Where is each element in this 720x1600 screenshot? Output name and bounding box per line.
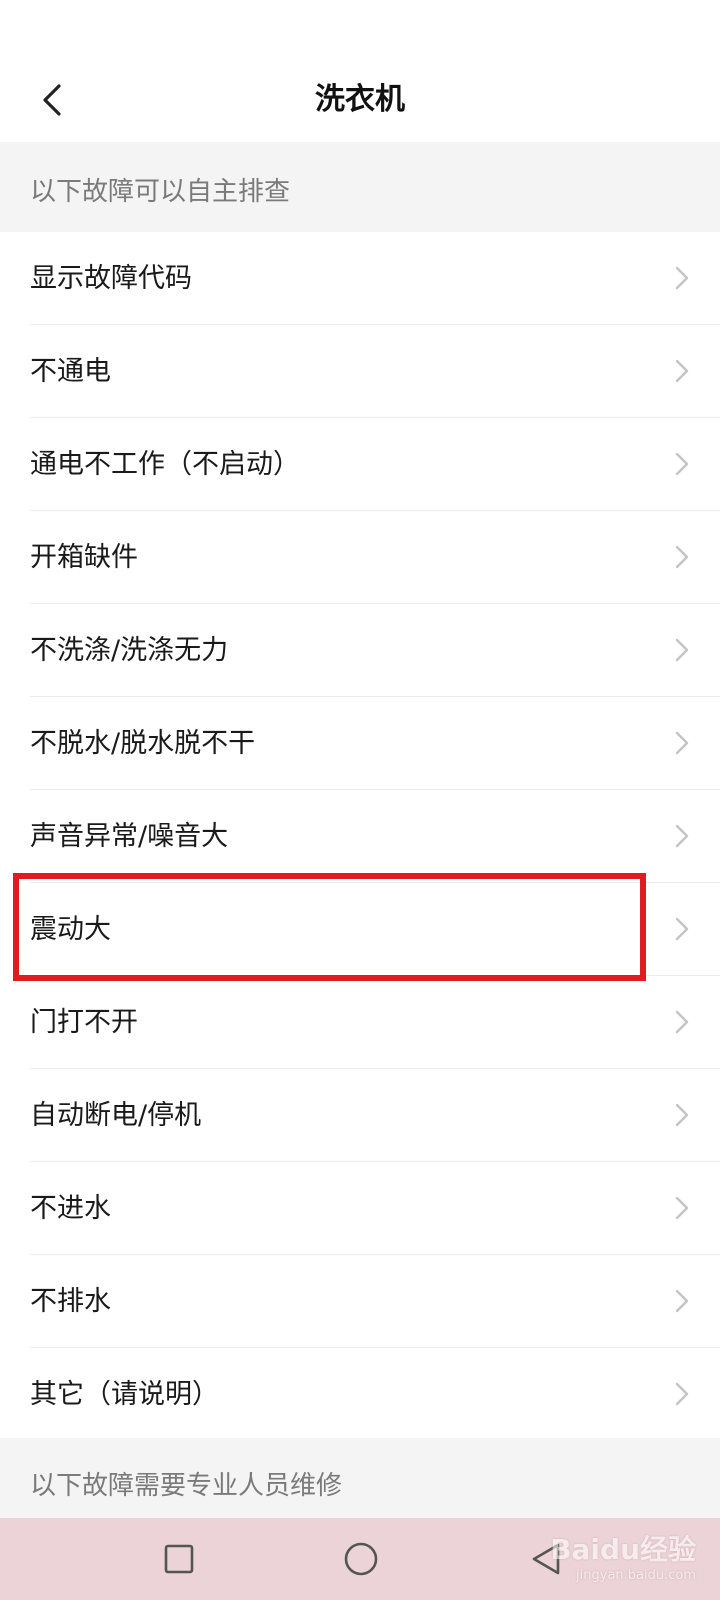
recent-apps-button[interactable] — [154, 1534, 204, 1584]
list-item[interactable]: 其它（请说明） — [0, 1348, 720, 1441]
list-item-label: 门打不开 — [30, 1007, 138, 1038]
list-item-label: 不排水 — [30, 1286, 111, 1317]
list-item-label: 开箱缺件 — [30, 542, 138, 573]
chevron-right-icon — [675, 452, 689, 476]
chevron-right-icon — [675, 1382, 689, 1406]
list-item-label: 不进水 — [30, 1193, 111, 1224]
list-item[interactable]: 开箱缺件 — [0, 511, 720, 604]
list-item[interactable]: 震动大 — [0, 883, 720, 976]
list-item[interactable]: 不进水 — [0, 1162, 720, 1255]
chevron-right-icon — [675, 1103, 689, 1127]
section-header-professional: 以下故障需要专业人员维修 — [0, 1438, 720, 1518]
chevron-right-icon — [675, 359, 689, 383]
list-item[interactable]: 声音异常/噪音大 — [0, 790, 720, 883]
list-item[interactable]: 通电不工作（不启动） — [0, 418, 720, 511]
list-item-label: 显示故障代码 — [30, 263, 192, 294]
square-icon — [164, 1544, 194, 1574]
home-button[interactable] — [336, 1534, 386, 1584]
list-item[interactable]: 不洗涤/洗涤无力 — [0, 604, 720, 697]
list-item-label: 自动断电/停机 — [30, 1100, 202, 1131]
list-item-label: 震动大 — [30, 914, 111, 945]
list-item-label: 声音异常/噪音大 — [30, 821, 229, 852]
chevron-right-icon — [675, 638, 689, 662]
app-header: 洗衣机 — [0, 0, 720, 142]
chevron-right-icon — [675, 1010, 689, 1034]
list-item[interactable]: 门打不开 — [0, 976, 720, 1069]
chevron-right-icon — [675, 824, 689, 848]
section-header-self-check: 以下故障可以自主排查 — [0, 142, 720, 232]
watermark-brand: Baidu经验 — [550, 1532, 696, 1566]
list-item[interactable]: 自动断电/停机 — [0, 1069, 720, 1162]
chevron-right-icon — [675, 1196, 689, 1220]
chevron-right-icon — [675, 731, 689, 755]
page: 洗衣机 以下故障可以自主排查 显示故障代码 不通电 通电不工作（不启动） 开箱缺… — [0, 0, 720, 1600]
watermark-url: jingyan.baidu.com — [576, 1567, 696, 1583]
list-item-label: 不洗涤/洗涤无力 — [30, 635, 229, 666]
list-item-label: 其它（请说明） — [30, 1379, 219, 1410]
page-title: 洗衣机 — [315, 82, 405, 117]
fault-list: 显示故障代码 不通电 通电不工作（不启动） 开箱缺件 不洗涤/洗涤无力 不脱水/… — [0, 232, 720, 1441]
list-item-label: 不脱水/脱水脱不干 — [30, 728, 256, 759]
watermark: Baidu经验 jingyan.baidu.com — [550, 1520, 696, 1590]
chevron-right-icon — [675, 545, 689, 569]
chevron-right-icon — [675, 266, 689, 290]
list-item[interactable]: 显示故障代码 — [0, 232, 720, 325]
list-item-label: 通电不工作（不启动） — [30, 449, 300, 480]
chevron-right-icon — [675, 917, 689, 941]
list-item[interactable]: 不脱水/脱水脱不干 — [0, 697, 720, 790]
circle-icon — [344, 1542, 378, 1576]
list-item[interactable]: 不排水 — [0, 1255, 720, 1348]
list-item[interactable]: 不通电 — [0, 325, 720, 418]
list-item-label: 不通电 — [30, 356, 111, 387]
chevron-right-icon — [675, 1289, 689, 1313]
